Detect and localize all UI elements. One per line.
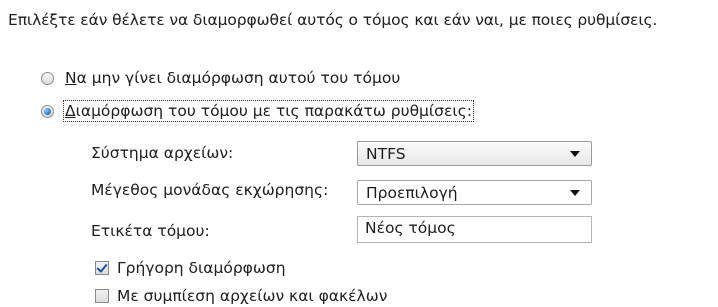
allocation-unit-select[interactable]: Προεπιλογή [357,180,592,205]
file-system-value: NTFS [366,144,406,163]
instruction-text: Επιλέξτε εάν θέλετε να διαμορφωθεί αυτός… [8,11,658,29]
radio-no-format[interactable]: Να μην γίνει διαμόρφωση αυτού του τόμου [41,69,400,87]
volume-label-label: Ετικέτα τόμου: [91,222,210,240]
quick-format-checkbox[interactable] [95,261,109,275]
file-system-label: Σύστημα αρχείων: [91,144,234,162]
file-system-select[interactable]: NTFS [357,141,592,166]
radio-no-format-label: Να μην γίνει διαμόρφωση αυτού του τόμου [65,69,401,87]
radio-format-label: Διαμόρφωση του τόμου με τις παρακάτω ρυθ… [63,100,474,122]
compression-label: Με συμπίεση αρχείων και φακέλων [117,287,388,305]
radio-format[interactable]: Διαμόρφωση του τόμου με τις παρακάτω ρυθ… [41,100,474,122]
radio-format-button[interactable] [41,104,54,118]
allocation-unit-label: Μέγεθος μονάδας εκχώρησης: [91,181,329,199]
volume-label-input[interactable]: Νέος τόμος [357,216,592,243]
quick-format-label: Γρήγορη διαμόρφωση [117,259,286,277]
quick-format-option[interactable]: Γρήγορη διαμόρφωση [95,259,286,277]
chevron-down-icon[interactable] [570,150,580,157]
allocation-unit-value: Προεπιλογή [366,183,458,202]
compression-checkbox[interactable] [95,289,109,303]
compression-option[interactable]: Με συμπίεση αρχείων και φακέλων [95,287,387,305]
radio-no-format-button[interactable] [41,71,54,85]
chevron-down-icon[interactable] [570,189,580,196]
